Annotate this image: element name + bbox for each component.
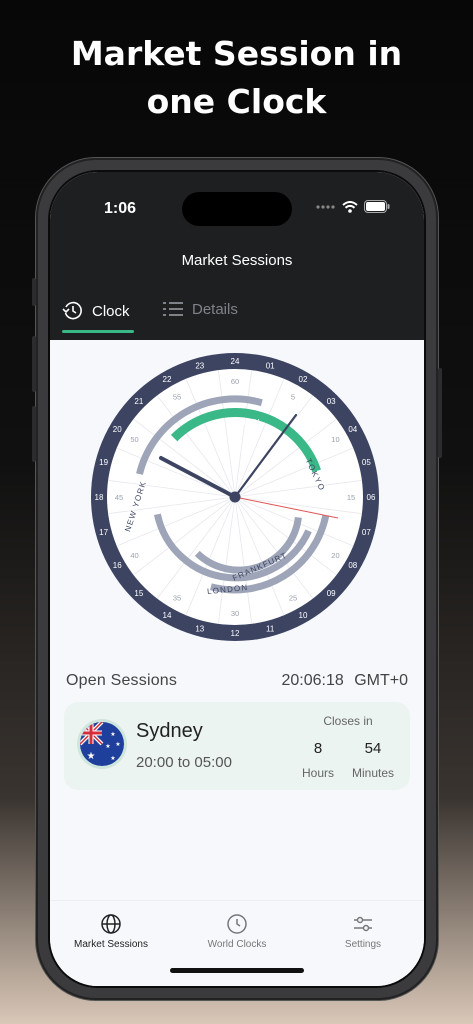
nav-world-clocks-label: World Clocks <box>207 939 267 950</box>
active-tab-indicator <box>62 330 134 333</box>
headline-line-1: Market Session in <box>70 34 403 73</box>
bottom-navigation: Market Sessions World Clocks Settings <box>50 900 424 986</box>
wifi-icon <box>342 200 358 213</box>
tab-details-label: Details <box>192 300 238 318</box>
globe-icon <box>101 914 121 934</box>
hour-label: 24 <box>231 357 240 366</box>
minute-label: 30 <box>231 609 239 618</box>
hour-label: 11 <box>266 624 275 633</box>
hour-label: 13 <box>195 624 204 633</box>
hour-label: 08 <box>348 561 357 570</box>
hour-label: 07 <box>362 528 371 537</box>
hour-label: 17 <box>99 528 108 537</box>
hour-label: 19 <box>99 458 108 467</box>
headline-line-2: one Clock <box>146 82 327 121</box>
hour-label: 18 <box>95 493 104 502</box>
minute-label: 40 <box>130 551 138 560</box>
clock-center <box>229 491 241 503</box>
tab-clock-label: Clock <box>92 302 130 320</box>
closes-minutes-unit: Minutes <box>351 766 395 780</box>
minute-label: 60 <box>231 377 239 386</box>
app-header: 1:06 Market Sessions Clock Details <box>50 172 424 340</box>
signal-icon <box>316 204 335 209</box>
session-card-sydney[interactable]: ★ ★ ★ ★ ★ Sydney 20:00 to 05:00 Closes i… <box>64 702 410 790</box>
hour-label: 23 <box>195 362 204 371</box>
australia-flag-icon: ★ ★ ★ ★ ★ <box>80 722 124 766</box>
current-time: 20:06:18 GMT+0 <box>281 672 408 690</box>
volume-down-button <box>32 406 36 462</box>
hour-label: 05 <box>362 458 371 467</box>
phone-frame: 1:06 Market Sessions Clock Details 24 01… <box>32 158 442 1000</box>
svg-text:★: ★ <box>115 741 120 748</box>
closes-minutes-value: 54 <box>364 740 382 757</box>
page-title: Market Sessions <box>181 252 293 269</box>
status-icons <box>316 200 390 213</box>
promo-headline: Market Session in one Clock <box>0 30 473 126</box>
hour-label: 22 <box>163 375 172 384</box>
session-hours: 20:00 to 05:00 <box>136 754 232 771</box>
nav-settings-label: Settings <box>344 939 382 950</box>
svg-text:★: ★ <box>105 743 110 750</box>
closes-in-label: Closes in <box>323 714 373 728</box>
session-city: Sydney <box>136 720 203 742</box>
minute-label: 25 <box>289 593 297 602</box>
mute-switch <box>32 278 36 306</box>
svg-text:★: ★ <box>110 731 115 738</box>
tab-clock[interactable]: Clock <box>62 300 130 322</box>
open-sessions-title: Open Sessions <box>66 672 178 689</box>
home-indicator <box>170 968 304 973</box>
hour-label: 21 <box>134 397 143 406</box>
timezone-label: GMT+0 <box>354 672 408 689</box>
clock-icon <box>227 914 247 934</box>
hour-label: 02 <box>299 375 308 384</box>
clock-history-icon <box>62 301 82 320</box>
closes-hours-value: 8 <box>313 740 323 757</box>
hour-label: 10 <box>299 611 308 620</box>
dynamic-island <box>182 192 292 226</box>
tab-details[interactable]: Details <box>162 300 238 318</box>
status-time: 1:06 <box>104 200 137 217</box>
hour-label: 09 <box>327 589 336 598</box>
session-clock: 24 01 02 03 04 05 06 07 08 09 10 11 12 13 14 15 16 17 18 19… <box>91 353 379 641</box>
minute-label: 20 <box>331 551 339 560</box>
hour-label: 20 <box>113 425 122 434</box>
minute-label: 50 <box>130 435 138 444</box>
hour-label: 06 <box>367 493 376 502</box>
volume-up-button <box>32 336 36 392</box>
minute-label: 15 <box>347 493 355 502</box>
hour-label: 04 <box>348 425 357 434</box>
svg-text:★: ★ <box>110 755 115 762</box>
app-screen: 1:06 Market Sessions Clock Details 24 01… <box>50 172 424 986</box>
power-button <box>438 368 442 458</box>
minute-label: 55 <box>173 393 181 402</box>
hour-label: 12 <box>231 629 240 638</box>
minute-label: 45 <box>115 493 123 502</box>
list-icon <box>163 302 183 316</box>
nav-market-sessions[interactable]: Market Sessions <box>56 913 166 950</box>
nav-settings[interactable]: Settings <box>308 913 418 950</box>
hour-label: 03 <box>327 397 336 406</box>
session-label-sydney: SYDNEY <box>219 418 261 427</box>
sliders-icon <box>354 916 372 932</box>
current-time-value: 20:06:18 <box>281 672 344 689</box>
hour-label: 15 <box>134 589 143 598</box>
nav-market-sessions-label: Market Sessions <box>74 939 148 950</box>
closes-hours-unit: Hours <box>301 766 334 780</box>
hour-label: 16 <box>113 561 122 570</box>
svg-text:★: ★ <box>87 751 96 762</box>
minute-label: 35 <box>173 593 181 602</box>
battery-icon <box>364 200 390 213</box>
minute-label: 10 <box>331 435 339 444</box>
hour-label: 14 <box>163 611 172 620</box>
minute-label: 5 <box>291 393 295 402</box>
hour-label: 01 <box>266 362 275 371</box>
nav-world-clocks[interactable]: World Clocks <box>182 913 292 950</box>
